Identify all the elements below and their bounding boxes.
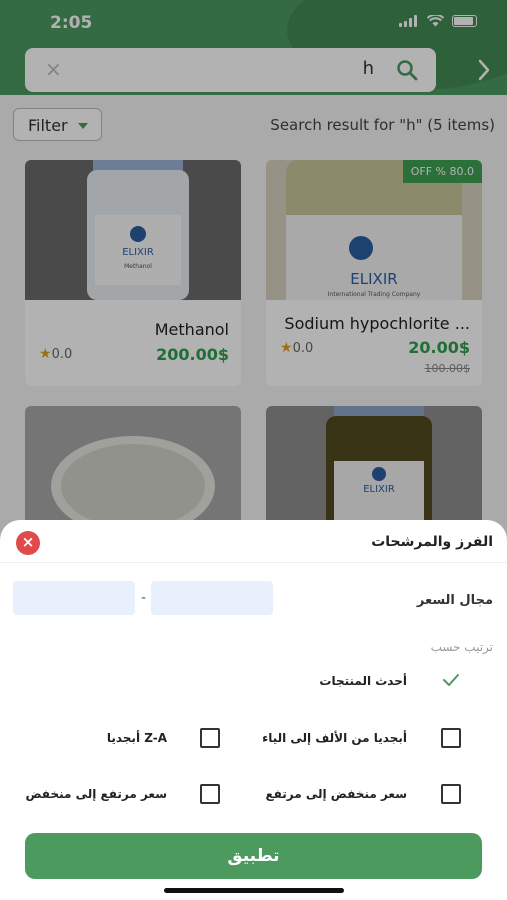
check-icon[interactable] xyxy=(442,673,460,687)
price-range-dash: - xyxy=(141,590,147,606)
sort-option-newest[interactable]: أحدث المنتجات xyxy=(319,674,407,688)
price-min-input[interactable] xyxy=(151,581,273,615)
checkbox-alpha-za[interactable] xyxy=(200,728,220,748)
apply-button[interactable]: تطبيق xyxy=(25,833,482,879)
sort-option-price-high-low[interactable]: سعر مرتفع إلى منخفض xyxy=(25,787,167,801)
sort-filter-sheet: × الفرز والمرشحات مجال السعر - ترتيب حسب… xyxy=(0,520,507,900)
checkbox-alpha-az[interactable] xyxy=(441,728,461,748)
price-range-label: مجال السعر xyxy=(416,593,493,608)
checkbox-price-low-high[interactable] xyxy=(441,784,461,804)
checkbox-price-high-low[interactable] xyxy=(200,784,220,804)
sort-option-alpha-za[interactable]: أبجديا Z-A xyxy=(107,731,167,745)
price-max-input[interactable] xyxy=(13,581,135,615)
close-icon[interactable]: × xyxy=(16,531,40,555)
sort-option-price-low-high[interactable]: سعر منخفض إلى مرتفع xyxy=(265,787,407,801)
sort-option-alpha-az[interactable]: أبجديا من الألف إلى الياء xyxy=(262,731,407,745)
home-indicator xyxy=(164,888,344,893)
sheet-title: الفرز والمرشحات xyxy=(371,534,493,550)
divider xyxy=(0,562,507,563)
sort-by-label: ترتيب حسب xyxy=(430,640,493,654)
